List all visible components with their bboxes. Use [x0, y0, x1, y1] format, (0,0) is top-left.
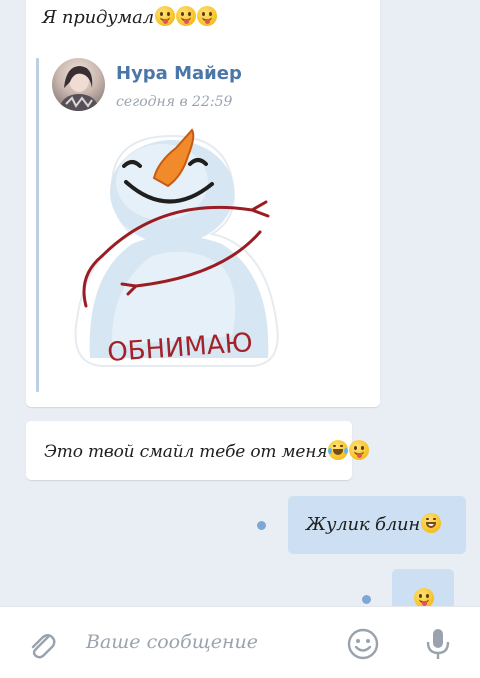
message-text: Жулик блин: [306, 513, 442, 535]
unread-indicator: [257, 521, 266, 530]
message-bubble-outgoing[interactable]: Жулик блин: [288, 496, 466, 554]
forward-quote-bar: [36, 58, 39, 392]
snowman-sticker[interactable]: ОБНИМАЮ: [72, 126, 288, 376]
unread-indicator: [362, 595, 371, 604]
paperclip-icon[interactable]: [26, 629, 58, 665]
laughing-tears-emoji: [328, 440, 349, 460]
tongue-face-emoji: [414, 588, 434, 608]
avatar[interactable]: [52, 58, 105, 111]
mic-icon[interactable]: [424, 627, 452, 665]
tongue-face-emoji: [154, 6, 175, 26]
tongue-face-emoji: [349, 440, 370, 460]
message-text: Это твой смайл тебе от меня: [44, 440, 370, 462]
grinning-face-emoji: [421, 513, 442, 533]
forward-author-name[interactable]: Нура Майер: [116, 63, 242, 84]
forward-timestamp: сегодня в 22:59: [116, 94, 233, 110]
message-composer: Ваше сообщение: [0, 606, 480, 678]
tongue-face-emoji: [175, 6, 196, 26]
tongue-face-emoji: [196, 6, 217, 26]
emoji-icon[interactable]: [346, 627, 380, 665]
message-input[interactable]: Ваше сообщение: [86, 631, 258, 653]
message-bubble-incoming[interactable]: Это твой смайл тебе от меня: [26, 421, 370, 480]
message-text: Я придумал: [42, 6, 217, 28]
